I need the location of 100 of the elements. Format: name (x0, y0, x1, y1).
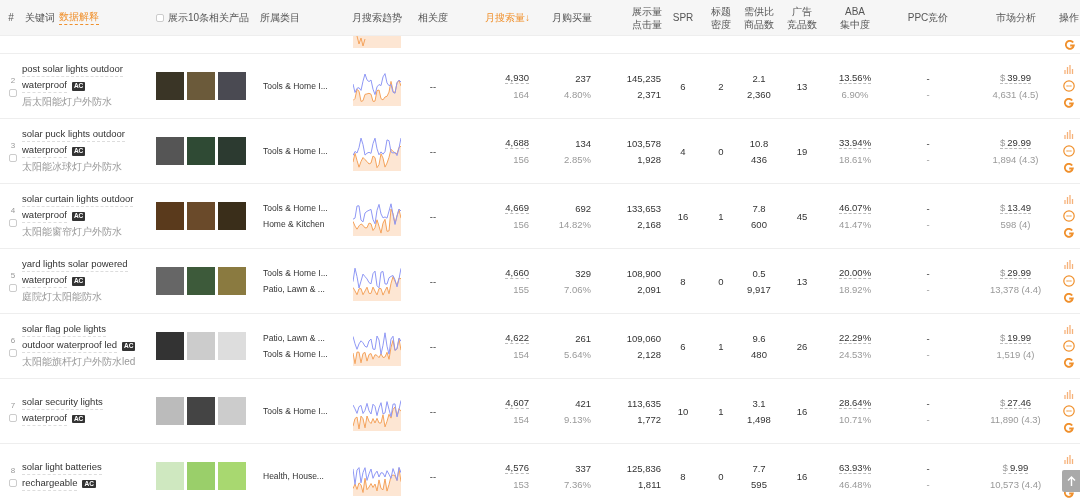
checkbox[interactable] (156, 13, 164, 22)
keyword-link[interactable]: solar puck lights outdoor (22, 128, 125, 143)
row-number: 7 (10, 400, 16, 410)
more-icon[interactable] (1063, 404, 1075, 417)
ppc-sub-value: - (926, 153, 930, 165)
keyword-link[interactable]: waterproof (22, 144, 67, 159)
photo-placeholder[interactable] (187, 72, 215, 100)
aba-concentration[interactable]: 46.07% (838, 202, 872, 214)
keyword-link[interactable]: solar curtain lights outdoor (22, 193, 134, 208)
keyword-link[interactable]: waterproof (22, 79, 67, 94)
g-icon[interactable] (1064, 292, 1074, 303)
photo-placeholder[interactable] (218, 332, 246, 360)
keyword-link[interactable]: solar flag pole lights (22, 323, 106, 338)
row-checkbox[interactable] (9, 283, 17, 292)
price-value[interactable]: 29.99 (1007, 137, 1032, 148)
aba-concentration[interactable]: 33.94% (838, 137, 872, 149)
keyword-link[interactable]: yard lights solar powered (22, 258, 128, 273)
clicks-value: 1,772 (637, 413, 661, 425)
keyword-link[interactable]: waterproof (22, 209, 67, 224)
bar-chart-icon[interactable] (1064, 64, 1074, 74)
bar-chart-icon[interactable] (1064, 324, 1074, 334)
photo-placeholder[interactable] (218, 267, 246, 295)
price-value[interactable]: 9.99 (1009, 462, 1029, 473)
photo-placeholder[interactable] (156, 332, 184, 360)
photo-placeholder[interactable] (156, 397, 184, 425)
photo-placeholder[interactable] (218, 72, 246, 100)
photo-placeholder[interactable] (156, 462, 184, 490)
aba-concentration[interactable]: 20.00% (838, 267, 872, 279)
keyword-link[interactable]: rechargeable (22, 477, 78, 491)
photo-placeholder[interactable] (156, 72, 184, 100)
bar-chart-icon[interactable] (1064, 389, 1074, 399)
keyword-link[interactable]: post solar lights outdoor (22, 63, 123, 78)
g-icon[interactable] (1064, 162, 1074, 173)
photo-placeholder[interactable] (187, 137, 215, 165)
keyword-translation: 太阳能冰球灯户外防水 (22, 160, 123, 174)
photo-placeholder[interactable] (156, 267, 184, 295)
search-volume[interactable]: 4,622 (505, 332, 529, 344)
row-checkbox[interactable] (9, 88, 17, 97)
photo-placeholder[interactable] (218, 397, 246, 425)
search-volume[interactable]: 4,607 (505, 397, 529, 409)
price-value[interactable]: 29.99 (1007, 267, 1032, 278)
photo-placeholder[interactable] (187, 462, 215, 490)
bar-chart-icon[interactable] (1064, 454, 1074, 464)
spr-value: 10 (677, 405, 689, 417)
price-value[interactable]: 27.46 (1007, 397, 1032, 408)
photo-placeholder[interactable] (156, 202, 184, 230)
aba-concentration[interactable]: 28.64% (838, 397, 872, 409)
more-icon[interactable] (1063, 274, 1075, 287)
photo-placeholder[interactable] (187, 397, 215, 425)
column-header: 广告 竞品数 (787, 4, 817, 31)
keyword-link[interactable]: solar light batteries (22, 461, 102, 475)
bar-chart-icon[interactable] (1064, 194, 1074, 204)
row-checkbox[interactable] (9, 478, 17, 487)
checkbox-label[interactable]: 展示10条相关产品 (168, 10, 250, 25)
title-density-value: 2 (718, 80, 724, 92)
g-icon[interactable] (1064, 227, 1074, 238)
photo-placeholder[interactable] (218, 137, 246, 165)
price-value[interactable]: 13.49 (1007, 202, 1032, 213)
photo-placeholder[interactable] (156, 137, 184, 165)
bar-chart-icon[interactable] (1064, 129, 1074, 139)
keyword-link[interactable]: waterproof (22, 412, 67, 426)
row-checkbox[interactable] (9, 153, 17, 162)
more-icon[interactable] (1063, 339, 1075, 352)
aba-concentration[interactable]: 13.56% (838, 72, 872, 84)
photo-placeholder[interactable] (218, 462, 246, 490)
search-volume[interactable]: 4,576 (505, 462, 529, 474)
search-volume[interactable]: 4,930 (505, 72, 529, 84)
photo-placeholder[interactable] (218, 202, 246, 230)
g-icon[interactable] (1064, 357, 1074, 368)
scroll-to-top-button[interactable] (1062, 470, 1080, 492)
g-icon[interactable] (1064, 422, 1074, 433)
bar-chart-icon[interactable] (1064, 259, 1074, 269)
more-icon[interactable] (1063, 144, 1075, 157)
row-checkbox[interactable] (9, 348, 17, 357)
search-volume[interactable]: 4,669 (505, 202, 529, 214)
more-icon[interactable] (1063, 209, 1075, 222)
currency-symbol: $ (1002, 462, 1008, 473)
g-icon[interactable] (1065, 40, 1075, 50)
keyword-link[interactable]: solar security lights (22, 396, 103, 410)
purchase-rate: 7.36% (564, 478, 591, 490)
aba-concentration[interactable]: 63.93% (838, 462, 872, 474)
search-volume[interactable]: 4,688 (505, 137, 529, 149)
aba-sub-value: 18.61% (838, 154, 872, 165)
row-checkbox[interactable] (9, 218, 17, 227)
more-icon[interactable] (1063, 79, 1075, 92)
photo-placeholder[interactable] (187, 267, 215, 295)
aba-concentration[interactable]: 22.29% (838, 332, 872, 344)
price-value[interactable]: 19.99 (1007, 332, 1032, 343)
photo-placeholder[interactable] (187, 202, 215, 230)
keyword-link[interactable]: outdoor waterproof led (22, 339, 118, 354)
search-volume-sub: 155 (513, 284, 529, 295)
search-volume[interactable]: 4,660 (505, 267, 529, 279)
impressions-value: 113,635 (627, 397, 661, 409)
row-checkbox[interactable] (9, 413, 17, 422)
price-value[interactable]: 39.99 (1007, 72, 1032, 83)
aba-sub-value: 10.71% (838, 414, 872, 425)
photo-placeholder[interactable] (187, 332, 215, 360)
g-icon[interactable] (1064, 97, 1074, 108)
keyword-link[interactable]: waterproof (22, 274, 67, 289)
column-header: # (7, 12, 15, 23)
